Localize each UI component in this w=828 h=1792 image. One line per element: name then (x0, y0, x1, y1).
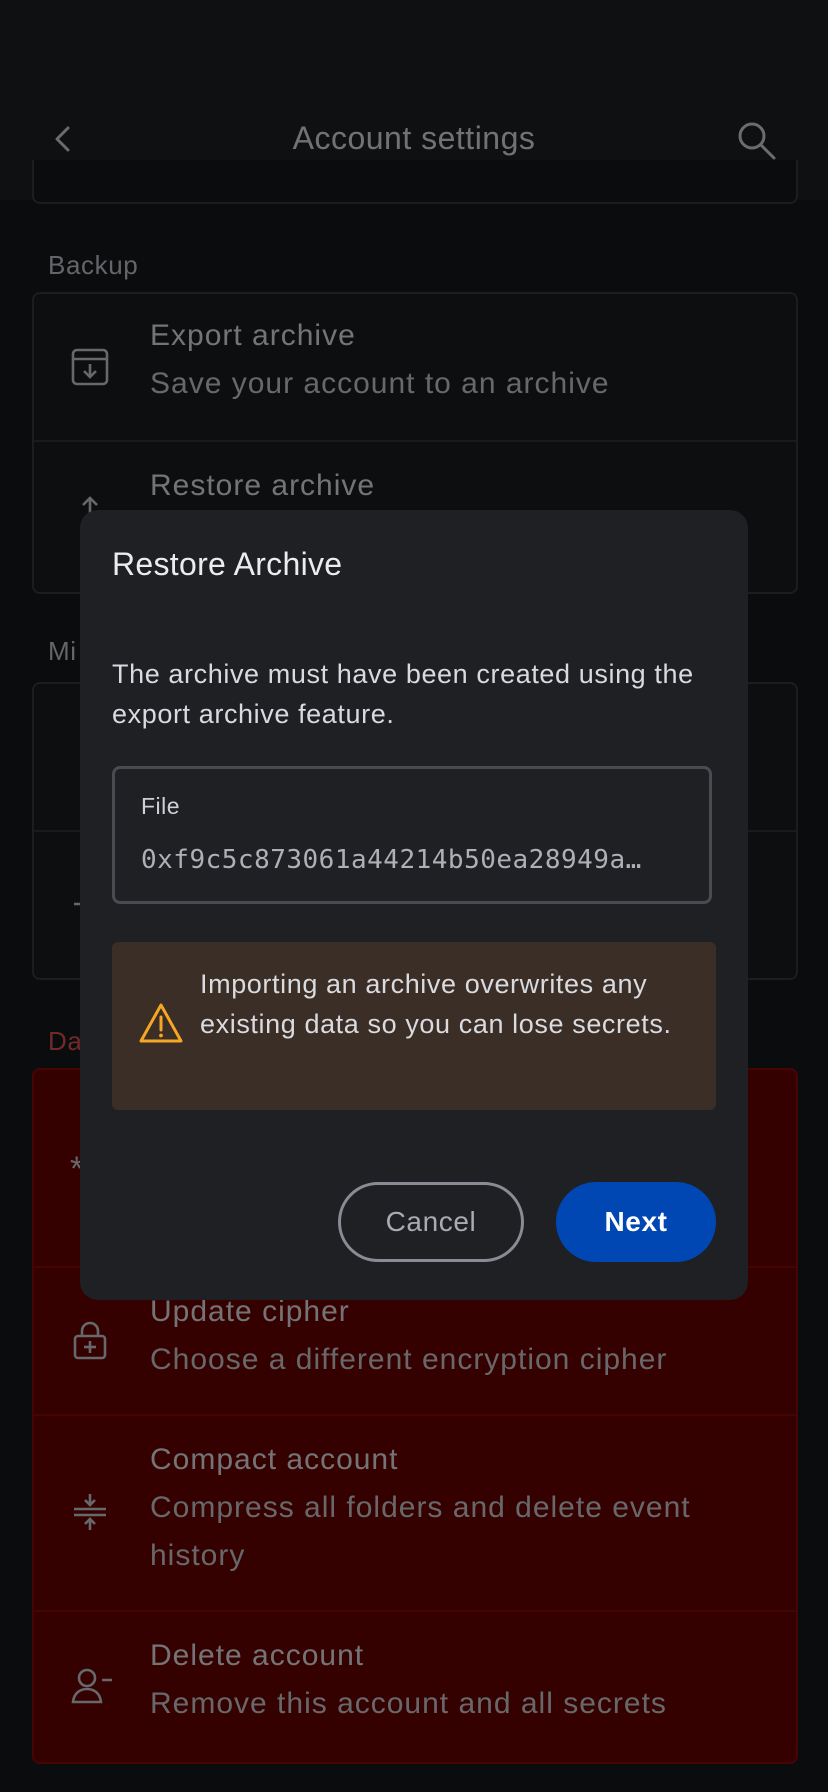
dialog-description: The archive must have been created using… (112, 659, 694, 729)
dialog-title: Restore Archive (112, 546, 343, 582)
cancel-button[interactable]: Cancel (338, 1182, 524, 1262)
warning-text: Importing an archive overwrites any exis… (200, 969, 672, 1039)
warning-triangle-icon (138, 1002, 184, 1044)
file-field-value[interactable]: 0xf9c5c873061a44214b50ea28949a… (141, 845, 681, 875)
file-field-label: File (141, 793, 181, 819)
warning-alert: Importing an archive overwrites any exis… (112, 942, 716, 1110)
restore-archive-dialog: Restore Archive The archive must have be… (80, 510, 748, 1300)
next-button[interactable]: Next (556, 1182, 716, 1262)
file-field[interactable]: File 0xf9c5c873061a44214b50ea28949a… (112, 766, 712, 904)
